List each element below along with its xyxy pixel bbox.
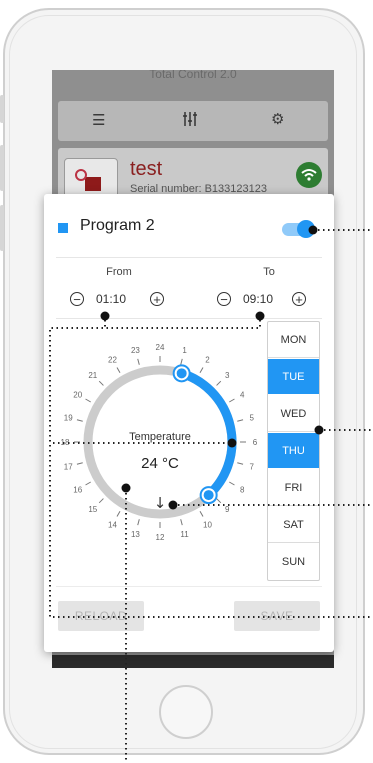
callout-dot bbox=[227, 438, 237, 448]
callout-dot bbox=[121, 483, 131, 493]
callout-dot bbox=[255, 311, 265, 321]
callout-dot bbox=[100, 311, 110, 321]
callout-dot bbox=[314, 425, 324, 435]
callout-dot bbox=[308, 225, 318, 235]
callout-dot bbox=[168, 500, 178, 510]
annotation-overlay bbox=[49, 225, 373, 763]
